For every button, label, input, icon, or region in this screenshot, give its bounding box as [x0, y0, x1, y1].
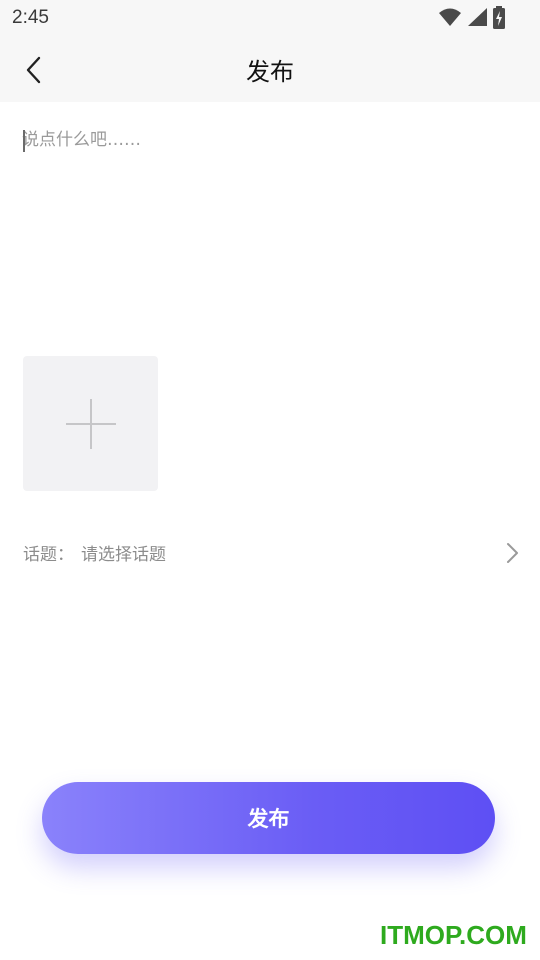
plus-icon	[65, 398, 116, 449]
chevron-right-icon	[507, 543, 518, 563]
wifi-icon	[439, 8, 461, 26]
cellular-signal-icon	[468, 8, 487, 26]
post-content-input[interactable]	[22, 126, 518, 326]
status-time: 2:45	[12, 7, 49, 28]
topic-label: 话题：	[23, 545, 74, 565]
text-caret	[23, 130, 25, 152]
topic-selector[interactable]: 话题： 请选择话题	[0, 530, 540, 574]
watermark: ITMOP.COM	[380, 920, 527, 950]
battery-charging-icon	[493, 6, 505, 29]
publish-button[interactable]: 发布	[42, 782, 495, 854]
page-title: 发布	[246, 58, 294, 86]
status-bar: 2:45	[0, 0, 540, 36]
topic-placeholder: 请选择话题	[81, 545, 166, 565]
nav-bar: 发布	[0, 36, 540, 102]
add-image-button[interactable]	[23, 356, 158, 491]
